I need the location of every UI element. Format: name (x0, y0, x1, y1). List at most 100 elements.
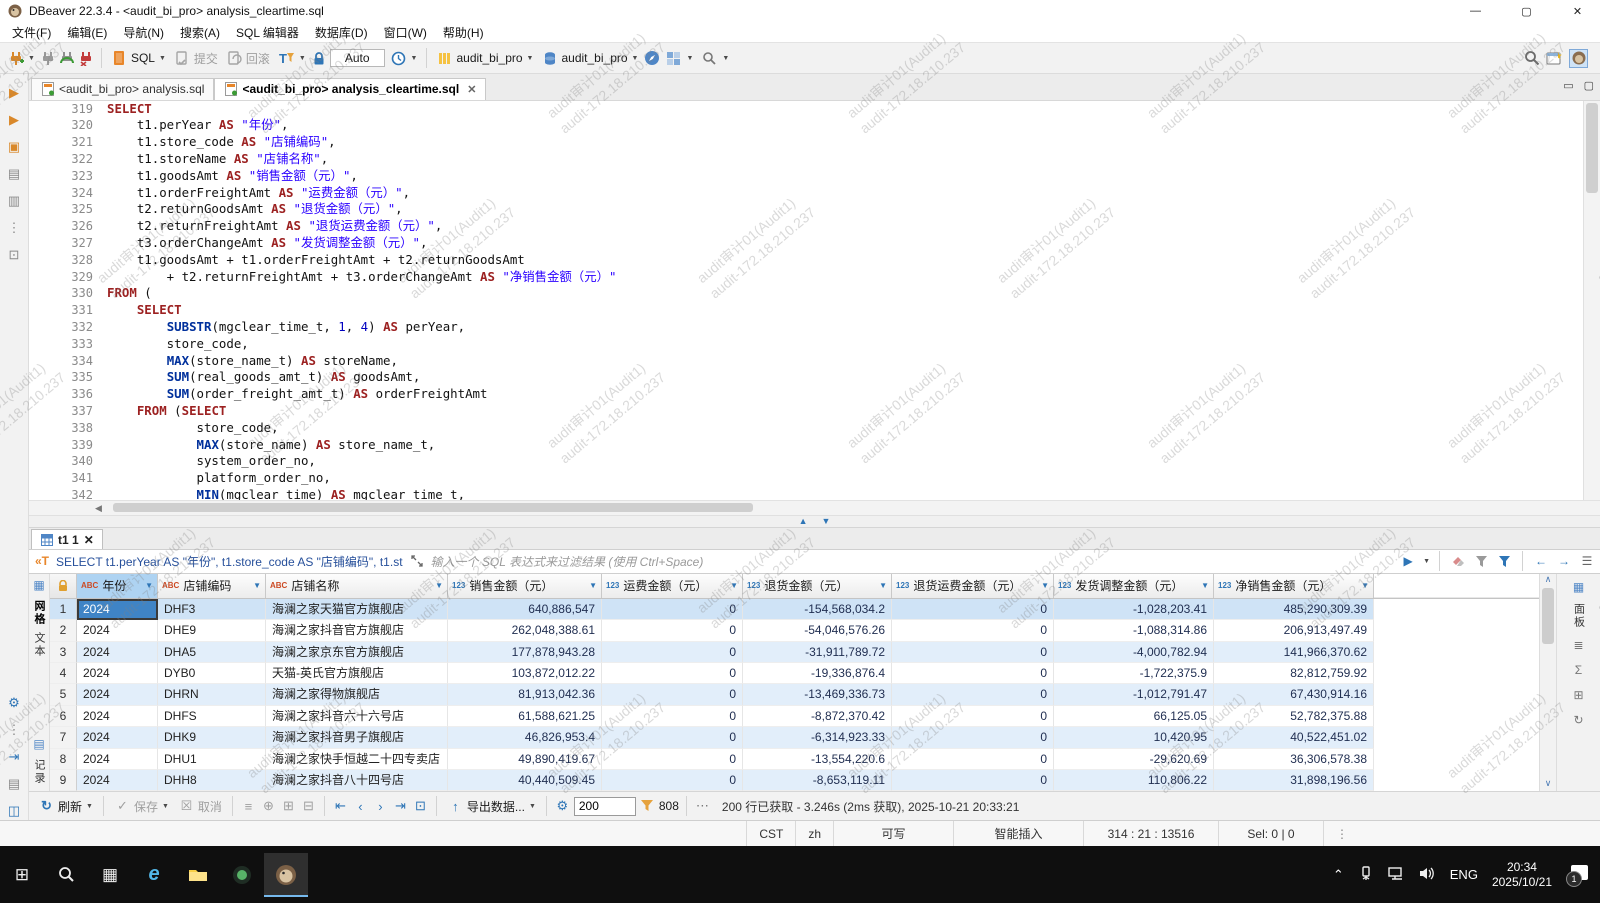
grid-cell[interactable]: 2024 (77, 620, 158, 641)
sash-up-icon[interactable]: ▲ (799, 516, 808, 526)
column-filter-icon[interactable]: ▼ (435, 581, 443, 590)
plug-icon[interactable] (40, 50, 57, 67)
grid-cell[interactable]: 0 (602, 599, 743, 620)
grid-cell[interactable]: -19,336,876.4 (743, 663, 892, 684)
schema-selector[interactable]: audit_bi_pro ▼ (538, 48, 641, 69)
filter-settings-icon[interactable] (1472, 552, 1490, 570)
database-nav-icon[interactable]: ◫ (5, 802, 23, 820)
previous-row-icon[interactable]: ‹ (352, 798, 369, 815)
grid-cell[interactable]: 0 (602, 642, 743, 663)
menu-item[interactable]: 文件(F) (4, 24, 59, 41)
row-number[interactable]: 1 (50, 599, 77, 620)
tray-chevron-icon[interactable]: ⌃ (1333, 867, 1344, 883)
grid-cell[interactable]: 110,806.22 (1054, 770, 1214, 791)
editor-tab-analysis[interactable]: <audit_bi_pro> analysis.sql (31, 78, 214, 100)
close-button[interactable]: ✕ (1555, 0, 1600, 22)
grid-cell[interactable]: 262,048,388.61 (448, 620, 602, 641)
usb-tray-icon[interactable] (1358, 865, 1374, 884)
sql-editor-icon[interactable]: ▣ (5, 138, 23, 156)
grid-cell[interactable]: 海澜之家抖音官方旗舰店 (266, 620, 448, 641)
grid-cell[interactable]: -54,046,576.26 (743, 620, 892, 641)
grid-cell[interactable]: 2024 (77, 749, 158, 770)
grid-cell[interactable]: -1,722,375.9 (1054, 663, 1214, 684)
table-row[interactable]: 12024DHF3海澜之家天猫官方旗舰店640,886,5470-154,568… (50, 599, 1539, 620)
grid-cell[interactable]: -13,554,220.6 (743, 749, 892, 770)
grid-cell[interactable]: 0 (602, 620, 743, 641)
sash-down-icon[interactable]: ▼ (822, 516, 831, 526)
sql-editor[interactable]: 3193203213223233243253263273283293303313… (29, 101, 1600, 500)
column-header[interactable]: 123销售金额（元）▼ (448, 574, 602, 598)
menu-item[interactable]: 导航(N) (115, 24, 172, 41)
column-filter-icon[interactable]: ▼ (879, 581, 887, 590)
grid-cell[interactable]: DHH8 (158, 770, 266, 791)
task-view-icon[interactable]: ▦ (88, 853, 132, 897)
refresh-button[interactable]: ↻ 刷新 ▼ (35, 796, 96, 817)
grid-cell[interactable]: 2024 (77, 727, 158, 748)
dbeaver-profile-icon[interactable] (1569, 49, 1588, 68)
taskbar-search-icon[interactable] (44, 853, 88, 897)
row-number[interactable]: 8 (50, 749, 77, 770)
column-header[interactable]: 123运费金额（元）▼ (602, 574, 743, 598)
menu-item[interactable]: SQL 编辑器 (228, 24, 307, 41)
maximize-editor-icon[interactable]: ▢ (1584, 79, 1594, 92)
grid-cell[interactable]: 49,890,419.67 (448, 749, 602, 770)
grid-cell[interactable]: 81,913,042.36 (448, 684, 602, 705)
grid-cell[interactable]: 206,913,497.49 (1214, 620, 1374, 641)
column-filter-icon[interactable]: ▼ (1041, 581, 1049, 590)
table-row[interactable]: 82024DHU1海澜之家快手恒越二十四专卖店49,890,419.670-13… (50, 749, 1539, 770)
results-tab[interactable]: t1 1 ✕ (31, 529, 103, 549)
grid-cell[interactable]: 177,878,943.28 (448, 642, 602, 663)
first-row-icon[interactable]: ⇤ (332, 798, 349, 815)
history-back-icon[interactable]: ← (1532, 552, 1550, 570)
column-filter-icon[interactable]: ▼ (730, 581, 738, 590)
grid-cell[interactable]: 0 (602, 706, 743, 727)
focus-row-icon[interactable]: ⊡ (412, 798, 429, 815)
grid-cell[interactable]: 82,812,759.92 (1214, 663, 1374, 684)
grid-cell[interactable]: -29,620.69 (1054, 749, 1214, 770)
grid-cell[interactable]: 103,872,012.22 (448, 663, 602, 684)
menu-item[interactable]: 帮助(H) (435, 24, 492, 41)
column-header[interactable]: 123退货金额（元）▼ (743, 574, 892, 598)
grid-cell[interactable]: -1,088,314.86 (1054, 620, 1214, 641)
grid-cell[interactable]: -31,911,789.72 (743, 642, 892, 663)
grid-cell[interactable]: 2024 (77, 663, 158, 684)
grid-cell[interactable]: 0 (892, 642, 1054, 663)
grid-cell[interactable]: 2024 (77, 770, 158, 791)
grid-cell[interactable]: 66,125.05 (1054, 706, 1214, 727)
grid-cell[interactable]: -13,469,336.73 (743, 684, 892, 705)
column-filter-icon[interactable]: ▼ (253, 581, 261, 590)
ie-browser-icon[interactable]: e (132, 853, 176, 897)
grid-cell[interactable]: -8,653,119.11 (743, 770, 892, 791)
close-results-icon[interactable]: ✕ (84, 533, 94, 547)
new-connection-button[interactable]: ▼ (4, 48, 38, 69)
row-number[interactable]: 4 (50, 663, 77, 684)
connection-selector[interactable]: audit_bi_pro ▼ (433, 48, 536, 69)
grid-cell[interactable]: 0 (892, 663, 1054, 684)
search-icon[interactable] (1523, 50, 1540, 67)
row-number[interactable]: 3 (50, 642, 77, 663)
add-row-icon[interactable]: ⊕ (260, 798, 277, 815)
reconnect-icon[interactable] (59, 50, 76, 67)
expand-filter-icon[interactable] (408, 552, 426, 570)
console-icon[interactable]: ⊡ (5, 246, 23, 264)
close-tab-icon[interactable]: ✕ (467, 83, 476, 96)
filter-apply-icon[interactable] (1495, 552, 1513, 570)
grid-cell[interactable]: 海澜之家得物旗舰店 (266, 684, 448, 705)
grid-cell[interactable]: 海澜之家抖音男子旗舰店 (266, 727, 448, 748)
lock-icon[interactable] (311, 50, 328, 67)
grid-settings-gear-icon[interactable]: ⚙ (554, 798, 571, 815)
grid-cell[interactable]: 485,290,309.39 (1214, 599, 1374, 620)
grid-cell[interactable]: 40,440,509.45 (448, 770, 602, 791)
grid-cell[interactable]: DHK9 (158, 727, 266, 748)
grid-cell[interactable]: 0 (892, 706, 1054, 727)
grid-cell[interactable]: -154,568,034.2 (743, 599, 892, 620)
compass-icon[interactable] (643, 50, 660, 67)
grid-cell[interactable]: 0 (602, 770, 743, 791)
side-tab-grid[interactable]: 网格 (31, 600, 47, 626)
disconnect-icon[interactable] (78, 50, 95, 67)
commit-mode-select[interactable]: Auto (330, 49, 385, 67)
side-tab-text[interactable]: 文本 (31, 632, 47, 658)
grid-cell[interactable]: 海澜之家天猫官方旗舰店 (266, 599, 448, 620)
minimize-button[interactable]: — (1453, 0, 1498, 22)
grid-cell[interactable]: DHFS (158, 706, 266, 727)
